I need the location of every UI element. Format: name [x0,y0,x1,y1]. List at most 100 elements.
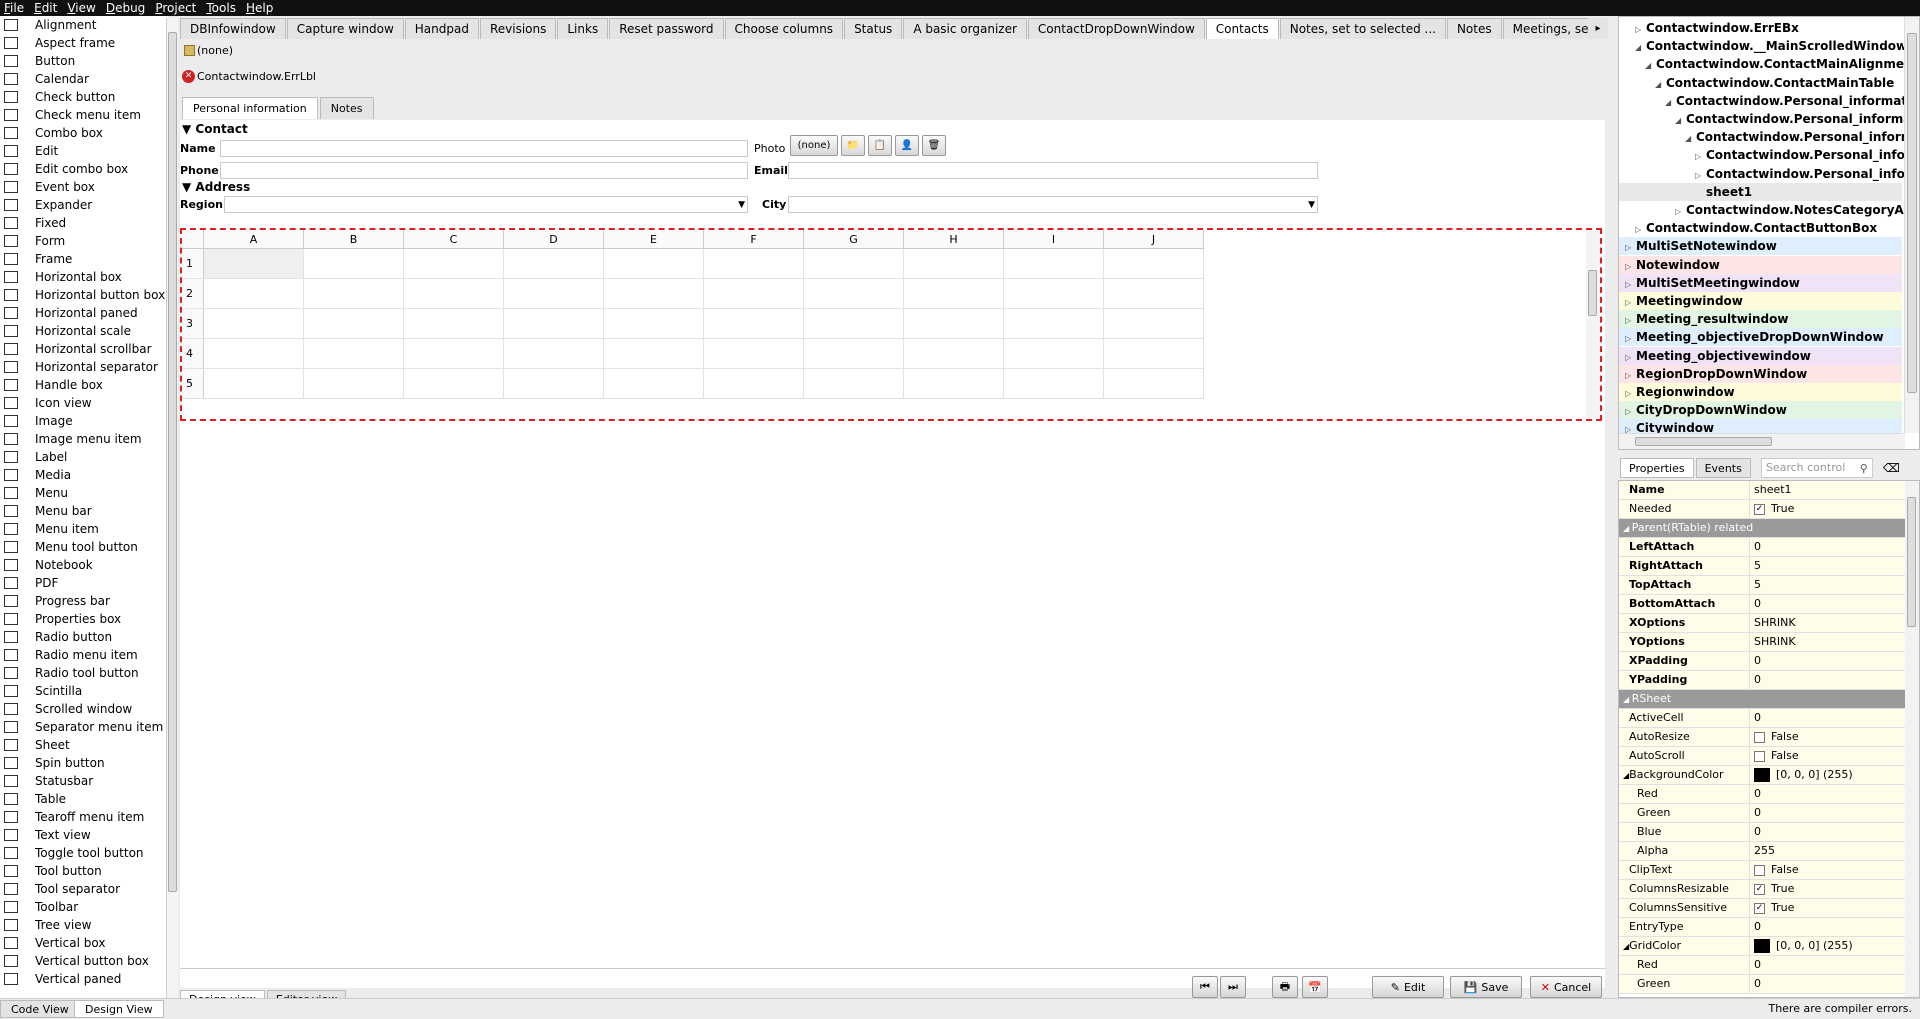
toolbox-item-horizontal-scrollbar[interactable]: Horizontal scrollbar [0,340,168,358]
property-value[interactable]: [0, 0, 0] (255) [1749,937,1919,955]
toolbox-item-tree-view[interactable]: Tree view [0,916,168,934]
toolbox-item-edit[interactable]: Edit [0,142,168,160]
image-placeholder[interactable]: (none) [184,44,233,57]
sheet-cell[interactable] [904,309,1004,338]
toolbox-item-vertical-paned[interactable]: Vertical paned [0,970,168,988]
tab-contactdropdownwindow[interactable]: ContactDropDownWindow [1027,18,1205,39]
menu-debug[interactable]: Debug [106,1,145,15]
property-row-cliptext[interactable]: ClipText False [1619,861,1919,880]
sheet-cell[interactable] [704,249,804,278]
sheet-cell[interactable] [504,339,604,368]
sheet-cell[interactable] [904,339,1004,368]
tab-links[interactable]: Links [557,18,609,39]
tree-node[interactable]: ◢Contactwindow.Personal_informationEntri… [1685,128,1919,148]
toolbox-item-vertical-box[interactable]: Vertical box [0,934,168,952]
property-row-red[interactable]: Red 0 [1619,956,1919,975]
tree-horizontal-scrollbar[interactable] [1619,433,1905,449]
menu-file[interactable]: File [4,1,24,15]
save-button[interactable]: 💾 Save [1450,976,1522,998]
property-value[interactable]: False [1749,747,1919,765]
sheet-row-header[interactable]: 5 [182,369,204,398]
sheet-cell[interactable] [1004,249,1104,278]
property-value[interactable]: 0 [1749,804,1919,822]
tab-code-view[interactable]: Code View [0,1000,80,1018]
tab-revisions[interactable]: Revisions [479,18,557,39]
property-value[interactable]: 0 [1749,652,1919,670]
sheet-scrollbar[interactable] [1586,230,1600,419]
menu-view[interactable]: View [67,1,95,15]
sheet-cell[interactable] [1104,369,1204,398]
toolbox-item-combo-box[interactable]: Combo box [0,124,168,142]
tree-node[interactable]: ◢ Contactwindow.ContactMainAlignment [1645,55,1918,73]
toolbox-item-button[interactable]: Button [0,52,168,70]
toolbox-item-text-view[interactable]: Text view [0,826,168,844]
person-button[interactable]: 👤 [895,135,919,156]
search-control-input[interactable]: Search control ⚲ [1760,458,1873,478]
toolbox-item-fixed[interactable]: Fixed [0,214,168,232]
sheet-row-header[interactable]: 1 [182,249,204,278]
property-value[interactable]: 0 [1749,538,1919,556]
checkbox[interactable]: ✓ [1754,902,1765,914]
expanded-arrow-icon[interactable]: ◢ [1685,130,1693,148]
property-row-bottomattach[interactable]: BottomAttach 0 [1619,595,1919,614]
tree-node[interactable]: ▷ Meeting_objectiveDropDownWindow [1625,328,1884,346]
sheet-cell[interactable] [704,339,804,368]
toolbox-item-spin-button[interactable]: Spin button [0,754,168,772]
tab-dbinfowindow[interactable]: DBInfowindow [180,18,286,39]
toolbox-item-image[interactable]: Image [0,412,168,430]
sheet-cell[interactable] [604,279,704,308]
sheet-cell[interactable] [204,369,304,398]
last-record-button[interactable]: ⏭ [1220,976,1246,998]
property-value[interactable]: SHRINK [1749,614,1919,632]
toolbox-item-label[interactable]: Label [0,448,168,466]
sheet-cell[interactable] [804,309,904,338]
sheet-cell[interactable] [404,249,504,278]
expanded-arrow-icon[interactable]: ◢ [1645,57,1653,75]
sheet-cell[interactable] [1104,279,1204,308]
toolbox-item-toolbar[interactable]: Toolbar [0,898,168,916]
property-value[interactable]: 0 [1749,956,1919,974]
tree-node[interactable]: ◢ Contactwindow.ContactMainTable [1655,74,1894,92]
sheet-cell[interactable] [604,309,704,338]
menu-project[interactable]: Project [155,1,196,15]
sheet-row-header[interactable]: 4 [182,339,204,368]
toolbox-item-horizontal-separator[interactable]: Horizontal separator [0,358,168,376]
sheet-column-header-j[interactable]: J [1104,230,1204,249]
sheet-cell[interactable] [1004,309,1104,338]
property-row-blue[interactable]: Blue 0 [1619,823,1919,842]
toolbox-item-vertical-button-box[interactable]: Vertical button box [0,952,168,970]
sheet-cell[interactable] [404,339,504,368]
tree-node[interactable]: ▷ Contactwindow.ContactButtonBox [1635,219,1877,237]
address-section-header[interactable]: ▼ Address [182,180,250,194]
name-field[interactable] [220,140,748,157]
sheet-cell[interactable] [1004,339,1104,368]
property-value[interactable]: 5 [1749,576,1919,594]
sheet-cell[interactable] [504,369,604,398]
property-row-columnsresizable[interactable]: ColumnsResizable ✓ True [1619,880,1919,899]
sheet-column-header-c[interactable]: C [404,230,504,249]
toolbox-item-icon-view[interactable]: Icon view [0,394,168,412]
toolbox-item-scintilla[interactable]: Scintilla [0,682,168,700]
checkbox[interactable]: ✓ [1754,503,1765,515]
property-row-rightattach[interactable]: RightAttach 5 [1619,557,1919,576]
toolbox-item-media[interactable]: Media [0,466,168,484]
property-row-entrytype[interactable]: EntryType 0 [1619,918,1919,937]
sheet-cell[interactable] [904,369,1004,398]
tree-node[interactable]: ▷ Notewindow [1625,256,1720,274]
tree-node[interactable]: ▷ Meeting_resultwindow [1625,310,1788,328]
tree-node[interactable]: sheet1 [1695,183,1752,201]
toolbox-scroll-thumb[interactable] [168,32,177,892]
sheet-cell[interactable] [804,339,904,368]
tree-node[interactable]: ▷Contactwindow.Personal_information1 [1695,146,1919,164]
property-row-needed[interactable]: Needed ✓ True [1619,500,1919,519]
property-row-xoptions[interactable]: XOptions SHRINK [1619,614,1919,633]
property-row-autoresize[interactable]: AutoResize False [1619,728,1919,747]
sheet-cell[interactable] [904,249,1004,278]
first-record-button[interactable]: ⏮ [1192,976,1218,998]
sheet-column-header-i[interactable]: I [1004,230,1104,249]
toolbox-item-event-box[interactable]: Event box [0,178,168,196]
sheet-cell[interactable] [1104,339,1204,368]
property-row-xpadding[interactable]: XPadding 0 [1619,652,1919,671]
sheet1-spreadsheet[interactable]: ABCDEFGHIJ 12345 [180,228,1602,421]
property-row-yoptions[interactable]: YOptions SHRINK [1619,633,1919,652]
